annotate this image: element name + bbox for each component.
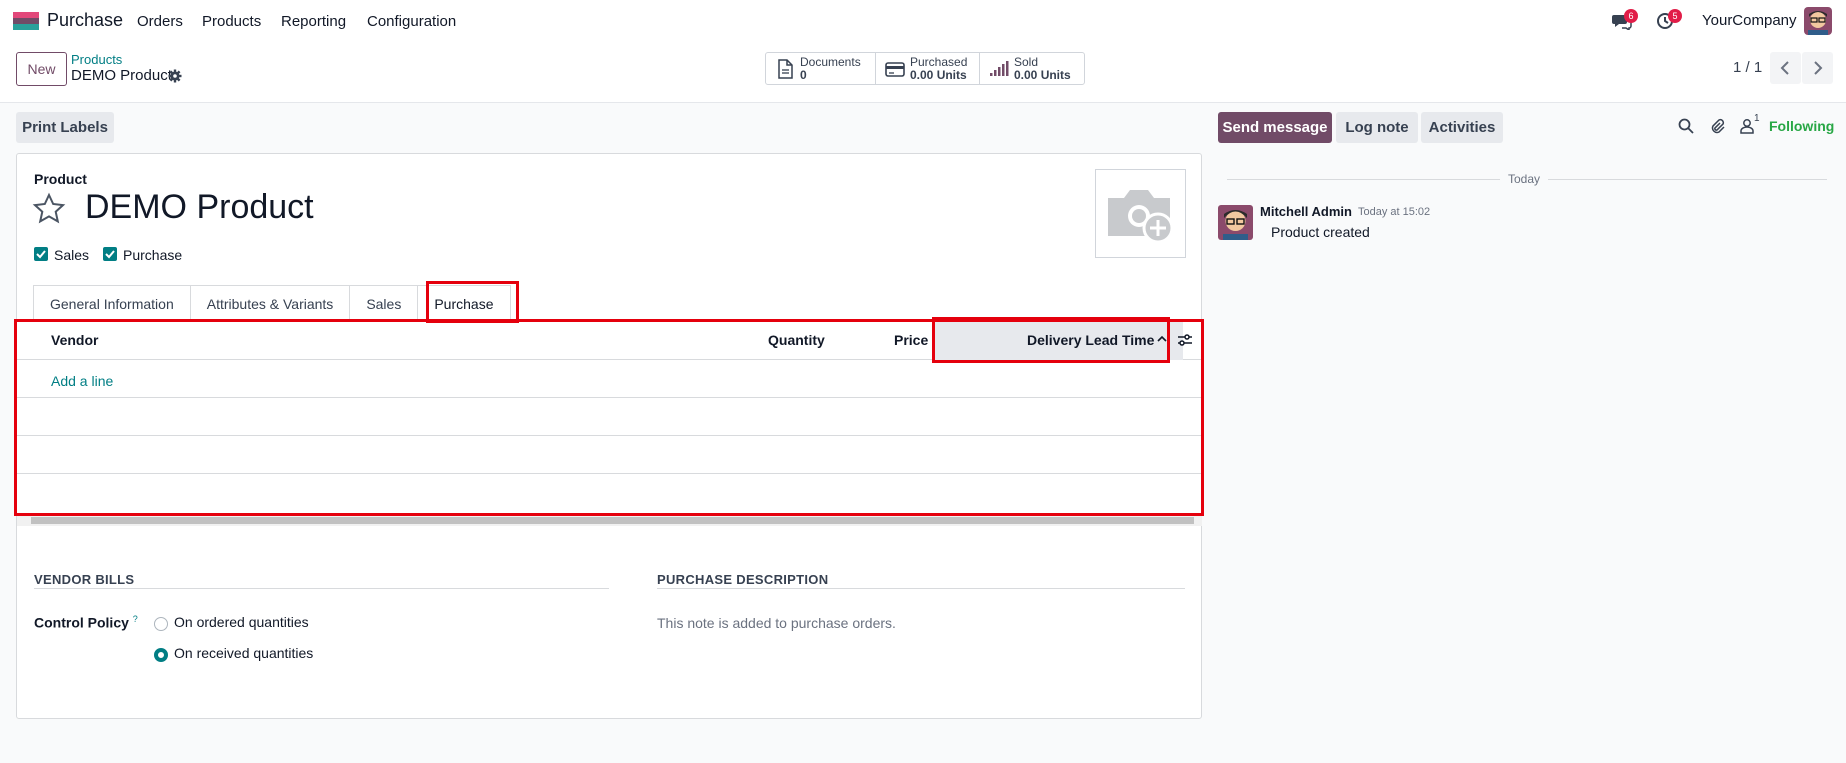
gear-icon[interactable]	[168, 69, 182, 83]
pager-previous-button[interactable]	[1770, 52, 1801, 84]
horizontal-scrollbar[interactable]	[17, 515, 1202, 526]
chevron-right-icon	[1814, 61, 1823, 75]
new-button[interactable]: New	[16, 52, 67, 86]
smart-button-purchased[interactable]: Purchased 0.00 Units	[876, 53, 980, 84]
signal-icon	[990, 60, 1009, 76]
purchase-description-field[interactable]: This note is added to purchase orders.	[657, 615, 896, 631]
following-button[interactable]: Following	[1769, 118, 1834, 134]
form-sheet: Product DEMO Product Sales Purchase Gene…	[14, 153, 1204, 719]
activities-button[interactable]: Activities	[1421, 112, 1503, 143]
message-author[interactable]: Mitchell Admin	[1260, 204, 1352, 219]
print-labels-button[interactable]: Print Labels	[16, 112, 114, 143]
control-panel: New Products DEMO Product Documents 0 Pur…	[0, 42, 1846, 103]
breadcrumb-products[interactable]: Products	[71, 52, 122, 67]
app-name[interactable]: Purchase	[47, 10, 123, 31]
followers-icon[interactable]	[1739, 118, 1755, 134]
radio-ordered-label[interactable]: On ordered quantities	[174, 614, 309, 630]
highlight-purchase-tab	[426, 281, 519, 323]
smart-sold-label: Sold	[1014, 54, 1039, 69]
vendor-bills-title: VENDOR BILLS	[34, 572, 135, 587]
credit-card-icon	[885, 61, 905, 77]
send-message-button[interactable]: Send message	[1218, 112, 1332, 143]
check-icon	[105, 250, 115, 259]
menu-configuration[interactable]: Configuration	[367, 13, 456, 30]
highlight-lead-time-column	[932, 317, 1170, 363]
message-body: Product created	[1271, 224, 1370, 240]
message-date: Today at 15:02	[1358, 206, 1431, 218]
tab-sales[interactable]: Sales	[349, 285, 419, 321]
control-policy-label: Control Policy ?	[34, 614, 138, 631]
chevron-left-icon	[1780, 61, 1789, 75]
radio-received-label[interactable]: On received quantities	[174, 645, 313, 661]
menu-products[interactable]: Products	[202, 13, 261, 30]
purchase-checkbox[interactable]	[103, 247, 117, 261]
product-type-label: Product	[34, 171, 87, 187]
camera-plus-icon	[1108, 190, 1174, 244]
separator	[34, 588, 609, 589]
separator	[657, 588, 1185, 589]
star-icon[interactable]	[32, 192, 66, 226]
help-tooltip-icon[interactable]: ?	[133, 614, 138, 624]
purchase-description-title: PURCHASE DESCRIPTION	[657, 572, 829, 587]
messages-badge: 6	[1624, 9, 1638, 23]
smart-button-documents[interactable]: Documents 0	[766, 53, 876, 84]
radio-ordered-quantities[interactable]	[154, 617, 168, 631]
purchase-checkbox-label[interactable]: Purchase	[123, 247, 182, 263]
paperclip-icon[interactable]	[1709, 118, 1725, 134]
tab-general-information[interactable]: General Information	[33, 285, 191, 321]
smart-button-sold[interactable]: Sold 0.00 Units	[980, 53, 1084, 84]
menu-reporting[interactable]: Reporting	[281, 13, 346, 30]
pager-next-button[interactable]	[1802, 52, 1833, 84]
company-switcher[interactable]: YourCompany	[1702, 12, 1797, 29]
menu-orders[interactable]: Orders	[137, 13, 183, 30]
pager-value[interactable]: 1 / 1	[1733, 59, 1762, 76]
smart-purchased-label: Purchased	[910, 54, 968, 69]
search-icon[interactable]	[1678, 118, 1694, 134]
activities-badge: 5	[1668, 9, 1682, 23]
date-separator: Today	[1500, 172, 1549, 186]
top-navbar: Purchase Orders Products Reporting Confi…	[0, 0, 1846, 42]
scrollbar-thumb[interactable]	[31, 517, 1194, 524]
purchase-app-icon[interactable]	[13, 12, 39, 30]
breadcrumb-current: DEMO Product	[71, 67, 172, 84]
product-image-placeholder[interactable]	[1095, 169, 1186, 258]
log-note-button[interactable]: Log note	[1336, 112, 1418, 143]
file-icon	[778, 58, 793, 79]
radio-received-quantities[interactable]	[154, 648, 168, 662]
author-avatar[interactable]	[1218, 205, 1253, 240]
followers-count: 1	[1754, 113, 1760, 124]
sales-checkbox[interactable]	[34, 247, 48, 261]
smart-documents-label: Documents	[800, 54, 861, 69]
user-avatar[interactable]	[1804, 7, 1832, 35]
smart-buttons: Documents 0 Purchased 0.00 Units Sold 0.00 …	[765, 52, 1085, 85]
check-icon	[36, 250, 46, 259]
tab-attributes-variants[interactable]: Attributes & Variants	[189, 285, 351, 321]
product-name[interactable]: DEMO Product	[85, 188, 314, 227]
smart-documents-value: 0	[800, 67, 807, 82]
smart-purchased-value: 0.00 Units	[910, 67, 967, 82]
sales-checkbox-label[interactable]: Sales	[54, 247, 89, 263]
smart-sold-value: 0.00 Units	[1014, 67, 1071, 82]
